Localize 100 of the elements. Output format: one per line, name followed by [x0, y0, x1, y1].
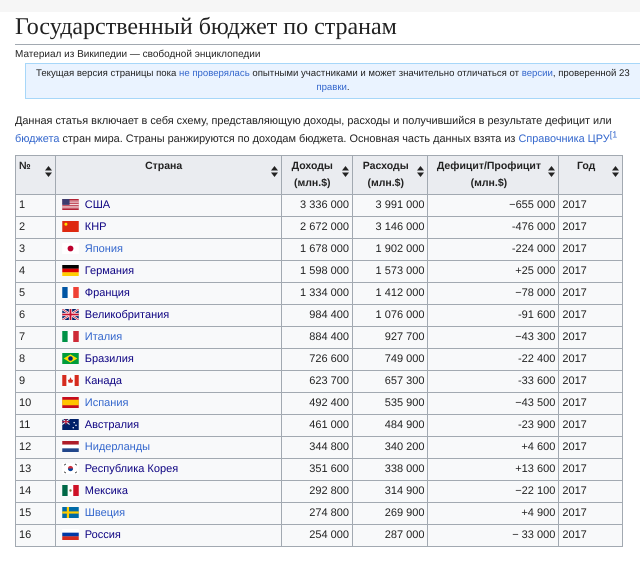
rank-cell: 1	[16, 194, 56, 216]
year-cell: 2017	[558, 194, 622, 216]
table-cell: 3 146 000	[352, 216, 428, 238]
flag-icon	[62, 485, 79, 496]
flag-icon	[62, 287, 79, 298]
year-cell: 2017	[558, 392, 622, 414]
table-cell: 1 076 000	[352, 304, 428, 326]
rank-cell: 9	[16, 370, 56, 392]
year-cell: 2017	[558, 480, 622, 502]
country-link[interactable]: Испания	[84, 397, 128, 410]
table-cell: 338 000	[352, 458, 428, 480]
country-link[interactable]: США	[84, 199, 110, 212]
table-cell: 254 000	[281, 524, 352, 546]
table-cell: −43 500	[428, 392, 559, 414]
table-cell: 884 400	[281, 326, 352, 348]
year-cell: 2017	[558, 304, 622, 326]
table-cell: −22 100	[428, 480, 559, 502]
table-cell: 484 900	[352, 414, 428, 436]
country-link[interactable]: Россия	[84, 529, 121, 542]
intro-text: бюджета стран мира. Страны ранжируются по доходам бюджета. Основная часть данных взята из Справочника ЦРУ$^{[1}$	[15, 130, 618, 147]
country-link[interactable]: Бразилия	[84, 353, 134, 366]
rank-cell: 12	[16, 436, 56, 458]
sort-icon[interactable]	[44, 166, 52, 177]
country-link[interactable]: Япония	[84, 243, 123, 256]
table-cell: 274 800	[281, 502, 352, 524]
table-cell: 623 700	[281, 370, 352, 392]
country-link[interactable]: Нидерланды	[84, 441, 150, 454]
column-header[interactable]: Дефицит/Профицит (млн.$)	[428, 155, 559, 194]
rank-cell: 10	[16, 392, 56, 414]
page-title: Государственный бюджет по странам	[15, 12, 640, 45]
table-cell: -33 600	[428, 370, 559, 392]
country-link[interactable]: Мексика	[84, 485, 128, 498]
table-cell: 749 000	[352, 348, 428, 370]
year-cell: 2017	[558, 370, 622, 392]
sort-icon[interactable]	[548, 166, 556, 177]
year-cell: 2017	[558, 414, 622, 436]
country-link[interactable]: Франция	[84, 287, 130, 300]
table-cell: -22 400	[428, 348, 559, 370]
table-cell: −43 300	[428, 326, 559, 348]
country-link[interactable]: Канада	[84, 375, 122, 388]
rank-cell: 11	[16, 414, 56, 436]
year-cell: 2017	[558, 502, 622, 524]
table-cell: 269 900	[352, 502, 428, 524]
column-header[interactable]: №	[16, 155, 56, 194]
table-cell: 351 600	[281, 458, 352, 480]
flag-icon	[62, 265, 79, 276]
sort-icon[interactable]	[270, 166, 278, 177]
page-subtitle: Материал из Википедии — свободной энциклопедии	[15, 48, 262, 60]
table-cell: 492 400	[281, 392, 352, 414]
intro-text: Данная статья включает в себя схему, представляющую доходы, расходы и получившийся в результате дефицит или	[15, 114, 613, 129]
table-cell: −655 000	[428, 194, 559, 216]
text-link[interactable]: бюджета	[15, 132, 60, 145]
country-link[interactable]: Италия	[84, 331, 122, 344]
table-cell: 1 678 000	[281, 238, 352, 260]
country-link[interactable]: Германия	[84, 265, 134, 278]
table-cell: 1 573 000	[352, 260, 428, 282]
table-cell: -224 000	[428, 238, 559, 260]
table-cell: +25 000	[428, 260, 559, 282]
flag-icon	[62, 375, 79, 386]
rank-cell: 4	[16, 260, 56, 282]
table-cell: 726 600	[281, 348, 352, 370]
flag-icon	[62, 529, 79, 540]
text-link[interactable]: Справочника ЦРУ	[518, 132, 610, 145]
column-header[interactable]: Расходы (млн.$)	[352, 155, 428, 194]
rank-cell: 7	[16, 326, 56, 348]
table-cell: 984 400	[281, 304, 352, 326]
rank-cell: 8	[16, 348, 56, 370]
table-cell: 292 800	[281, 480, 352, 502]
sort-icon[interactable]	[612, 166, 619, 177]
table-cell: 1 902 000	[352, 238, 428, 260]
table-cell: 2 672 000	[281, 216, 352, 238]
rank-cell: 16	[16, 524, 56, 546]
text-link[interactable]: не проверялась	[179, 68, 250, 79]
rank-cell: 2	[16, 216, 56, 238]
rank-cell: 5	[16, 282, 56, 304]
table-cell: 1 412 000	[352, 282, 428, 304]
country-link[interactable]: КНР	[84, 221, 106, 234]
year-cell: 2017	[558, 458, 622, 480]
year-cell: 2017	[558, 326, 622, 348]
table-cell: 535 900	[352, 392, 428, 414]
text-link[interactable]: правки	[316, 82, 347, 93]
table-cell: 344 800	[281, 436, 352, 458]
sort-icon[interactable]	[417, 166, 424, 177]
table-cell: -476 000	[428, 216, 559, 238]
year-cell: 2017	[558, 524, 622, 546]
text-link[interactable]: версии	[522, 68, 553, 79]
rank-cell: 14	[16, 480, 56, 502]
country-link[interactable]: Австралия	[84, 419, 140, 432]
flag-icon	[62, 353, 79, 364]
column-header[interactable]: Страна	[55, 155, 282, 194]
table-cell: -23 900	[428, 414, 559, 436]
sort-icon[interactable]	[342, 166, 349, 177]
table-cell: 461 000	[281, 414, 352, 436]
flag-icon	[62, 441, 79, 452]
column-header[interactable]: Год	[558, 155, 622, 194]
table-cell: 1 598 000	[281, 260, 352, 282]
reference-link[interactable]: [1	[610, 128, 618, 139]
country-link[interactable]: Швеция	[84, 507, 126, 520]
rank-cell: 3	[16, 238, 56, 260]
column-header[interactable]: Доходы (млн.$)	[281, 155, 352, 194]
